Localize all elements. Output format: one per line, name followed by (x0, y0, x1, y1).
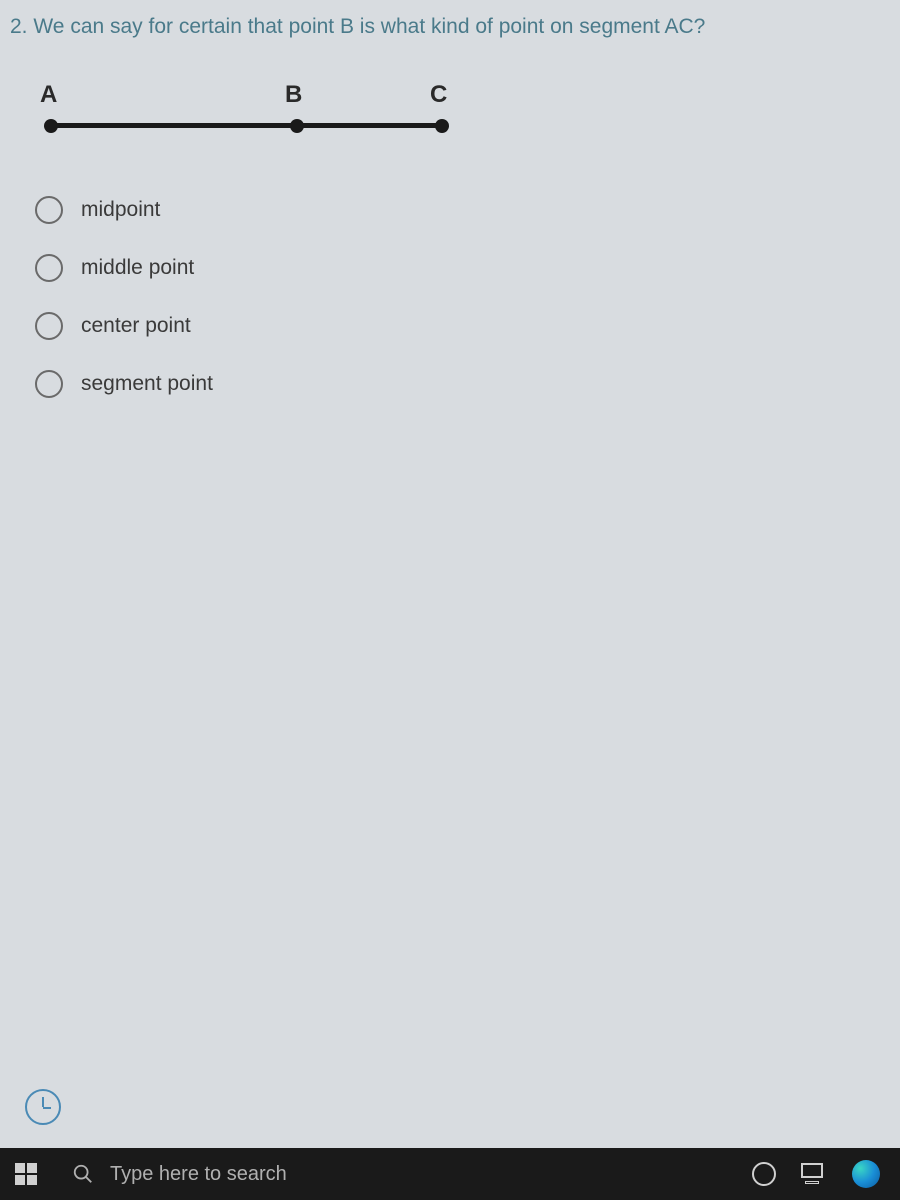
search-icon (72, 1163, 94, 1185)
radio-icon (35, 370, 63, 398)
question-text: 2. We can say for certain that point B i… (0, 0, 900, 61)
question-body: We can say for certain that point B is w… (33, 15, 705, 38)
windows-icon (15, 1163, 37, 1185)
point-label-c: C (430, 81, 447, 109)
edge-icon[interactable] (852, 1160, 880, 1188)
radio-icon (35, 254, 63, 282)
options-group: midpoint middle point center point segme… (35, 196, 900, 398)
segment-line (48, 123, 438, 128)
point-dot-b (290, 119, 304, 133)
start-button[interactable] (0, 1148, 52, 1200)
taskbar-tray (752, 1160, 900, 1188)
timer-icon[interactable] (25, 1089, 61, 1125)
segment-diagram: A B C (40, 81, 900, 161)
clock-hand (42, 1097, 44, 1107)
taskbar: Type here to search (0, 1148, 900, 1200)
cortana-icon[interactable] (752, 1162, 776, 1186)
option-label: midpoint (81, 198, 160, 222)
radio-icon (35, 196, 63, 224)
option-center-point[interactable]: center point (35, 312, 900, 340)
option-label: center point (81, 314, 191, 338)
task-view-icon[interactable] (801, 1163, 827, 1185)
search-placeholder: Type here to search (110, 1163, 287, 1186)
option-segment-point[interactable]: segment point (35, 370, 900, 398)
search-input[interactable]: Type here to search (52, 1148, 612, 1200)
option-label: middle point (81, 256, 194, 280)
option-label: segment point (81, 372, 213, 396)
question-number: 2. (10, 15, 28, 38)
clock-hand (43, 1107, 51, 1109)
point-label-a: A (40, 81, 57, 109)
option-midpoint[interactable]: midpoint (35, 196, 900, 224)
radio-icon (35, 312, 63, 340)
point-dot-a (44, 119, 58, 133)
point-dot-c (435, 119, 449, 133)
point-label-b: B (285, 81, 302, 109)
option-middle-point[interactable]: middle point (35, 254, 900, 282)
